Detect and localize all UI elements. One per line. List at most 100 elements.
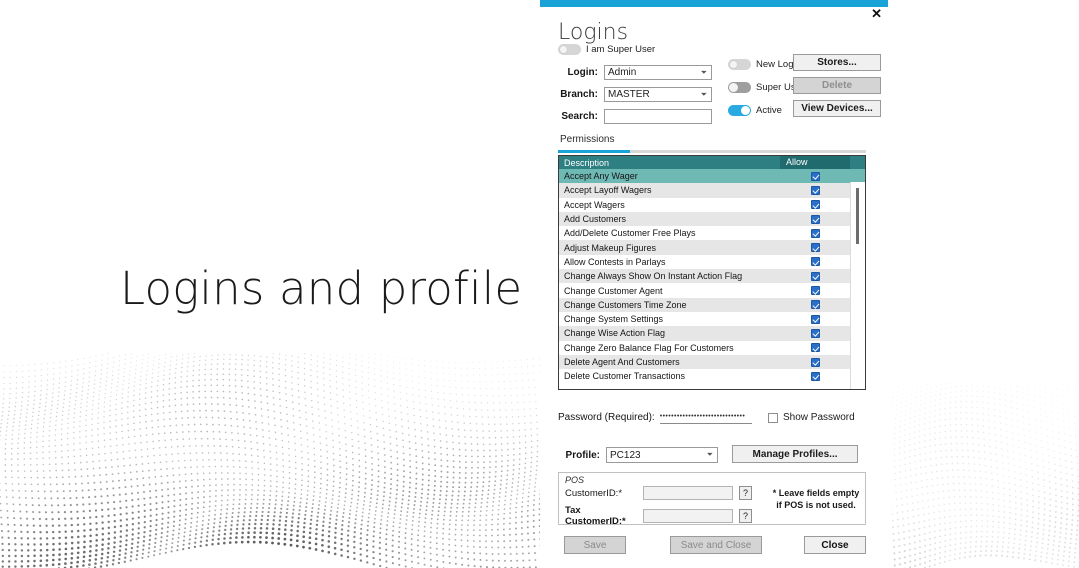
checkbox-checked-icon[interactable]	[810, 214, 820, 224]
password-label: Password (Required):	[558, 412, 655, 423]
chevron-down-icon: ⏷	[700, 89, 707, 99]
permissions-scrollbar[interactable]	[850, 182, 865, 389]
page-title: Logins and profile	[120, 262, 523, 315]
permission-row[interactable]: Change Always Show On Instant Action Fla…	[559, 269, 865, 284]
active-toggle[interactable]	[728, 105, 751, 116]
stores-button[interactable]: Stores...	[793, 54, 881, 71]
column-header-pad	[850, 156, 865, 169]
pos-caption: POS	[565, 475, 585, 485]
checkbox-checked-icon[interactable]	[810, 300, 820, 310]
permission-row[interactable]: Add Customers	[559, 211, 865, 227]
permission-allow-cell[interactable]	[780, 214, 850, 224]
permission-description: Change Customer Agent	[564, 285, 663, 296]
branch-combo-value: MASTER	[608, 89, 650, 100]
new-login-toggle[interactable]	[728, 59, 751, 70]
permission-row[interactable]: Add/Delete Customer Free Plays	[559, 226, 865, 241]
permission-row[interactable]: Allow Contests in Parlays	[559, 254, 865, 270]
help-icon[interactable]: ?	[739, 486, 752, 500]
checkbox-checked-icon[interactable]	[810, 200, 820, 210]
checkbox-checked-icon[interactable]	[810, 257, 820, 267]
active-row[interactable]: Active	[728, 105, 782, 116]
permission-row[interactable]: Accept Any Wager	[559, 169, 865, 184]
permission-allow-cell[interactable]	[780, 200, 850, 210]
permission-allow-cell[interactable]	[780, 300, 850, 310]
close-button[interactable]: Close	[804, 536, 866, 554]
new-login-row[interactable]: New Login	[728, 59, 801, 70]
permission-description: Change Wise Action Flag	[564, 328, 666, 339]
permission-allow-cell[interactable]	[780, 314, 850, 324]
view-devices-button[interactable]: View Devices...	[793, 100, 881, 117]
permission-allow-cell[interactable]	[780, 371, 850, 381]
branch-field-row: Branch: MASTER ⏷	[554, 87, 712, 102]
checkbox-checked-icon[interactable]	[810, 357, 820, 367]
pos-customer-id-row: CustomerID:* ?	[565, 486, 752, 500]
pos-note: * Leave fields empty if POS is not used.	[767, 487, 865, 511]
column-header-description[interactable]: Description	[559, 158, 780, 168]
permission-row[interactable]: Delete Customer Transactions	[559, 369, 865, 384]
checkbox-checked-icon[interactable]	[810, 171, 820, 181]
decorative-dot-wave-right	[869, 383, 1079, 568]
checkbox-checked-icon[interactable]	[810, 314, 820, 324]
permission-row[interactable]: Delete Agent And Customers	[559, 354, 865, 370]
help-icon[interactable]: ?	[739, 509, 752, 523]
manage-profiles-button[interactable]: Manage Profiles...	[732, 445, 858, 463]
i-am-super-user-toggle[interactable]	[558, 44, 581, 55]
pos-customer-id-input[interactable]	[643, 486, 733, 500]
permissions-scrollbar-thumb[interactable]	[856, 188, 859, 244]
close-icon[interactable]: ✕	[871, 7, 882, 20]
permission-allow-cell[interactable]	[780, 286, 850, 296]
column-header-allow[interactable]: Allow	[780, 156, 850, 169]
permission-row[interactable]: Change Zero Balance Flag For Customers	[559, 340, 865, 355]
login-combo[interactable]: Admin ⏷	[604, 65, 712, 80]
checkbox-checked-icon[interactable]	[810, 343, 820, 353]
permission-allow-cell[interactable]	[780, 243, 850, 253]
tab-active-indicator	[558, 150, 630, 153]
checkbox-checked-icon[interactable]	[810, 371, 820, 381]
permission-description: Add/Delete Customer Free Plays	[564, 228, 696, 239]
permission-row[interactable]: Change Wise Action Flag	[559, 326, 865, 341]
permission-row[interactable]: Change Customer Agent	[559, 283, 865, 298]
save-button[interactable]: Save	[564, 536, 626, 554]
permission-allow-cell[interactable]	[780, 271, 850, 281]
pos-customer-id-label: CustomerID:*	[565, 487, 623, 499]
permission-row[interactable]: Accept Layoff Wagers	[559, 183, 865, 198]
search-input[interactable]	[604, 109, 712, 124]
permission-row[interactable]: Change System Settings	[559, 311, 865, 327]
password-input[interactable]: ••••••••••••••••••••••••••••••	[659, 411, 752, 424]
permission-description: Delete Customer Transactions	[564, 371, 686, 382]
branch-label: Branch:	[560, 89, 598, 100]
profile-combo[interactable]: PC123 ⏷	[606, 447, 718, 463]
permission-allow-cell[interactable]	[780, 171, 850, 181]
permission-allow-cell[interactable]	[780, 257, 850, 267]
chevron-down-icon: ⏷	[700, 67, 707, 77]
i-am-super-user-row[interactable]: I am Super User	[558, 44, 655, 55]
checkbox-checked-icon[interactable]	[810, 271, 820, 281]
permission-allow-cell[interactable]	[780, 343, 850, 353]
permission-allow-cell[interactable]	[780, 228, 850, 238]
permission-row[interactable]: Change Customers Time Zone	[559, 297, 865, 312]
permission-row[interactable]: Adjust Makeup Figures	[559, 240, 865, 255]
checkbox-checked-icon[interactable]	[810, 228, 820, 238]
permission-description: Delete Agent And Customers	[564, 357, 680, 367]
show-password-checkbox[interactable]	[768, 412, 778, 423]
checkbox-checked-icon[interactable]	[810, 328, 820, 338]
pos-tax-customer-id-input[interactable]	[643, 509, 733, 523]
tab-permissions[interactable]: Permissions	[560, 134, 614, 145]
branch-combo[interactable]: MASTER ⏷	[604, 87, 712, 102]
checkbox-checked-icon[interactable]	[810, 185, 820, 195]
show-password-row[interactable]: Show Password	[768, 412, 855, 423]
permission-allow-cell[interactable]	[780, 357, 850, 367]
super-user-toggle[interactable]	[728, 82, 751, 93]
permission-description: Change Zero Balance Flag For Customers	[564, 342, 734, 353]
checkbox-checked-icon[interactable]	[810, 243, 820, 253]
permission-row[interactable]: Accept Wagers	[559, 197, 865, 212]
i-am-super-user-label: I am Super User	[586, 44, 656, 55]
pos-tax-customer-id-row: Tax CustomerID:* ?	[565, 505, 752, 527]
delete-button[interactable]: Delete	[793, 77, 881, 94]
permission-allow-cell[interactable]	[780, 185, 850, 195]
save-and-close-button[interactable]: Save and Close	[670, 536, 762, 554]
permission-allow-cell[interactable]	[780, 328, 850, 338]
pos-note-line1: * Leave fields empty	[772, 488, 860, 498]
checkbox-checked-icon[interactable]	[810, 286, 820, 296]
dialog-heading: Logins	[558, 20, 629, 45]
